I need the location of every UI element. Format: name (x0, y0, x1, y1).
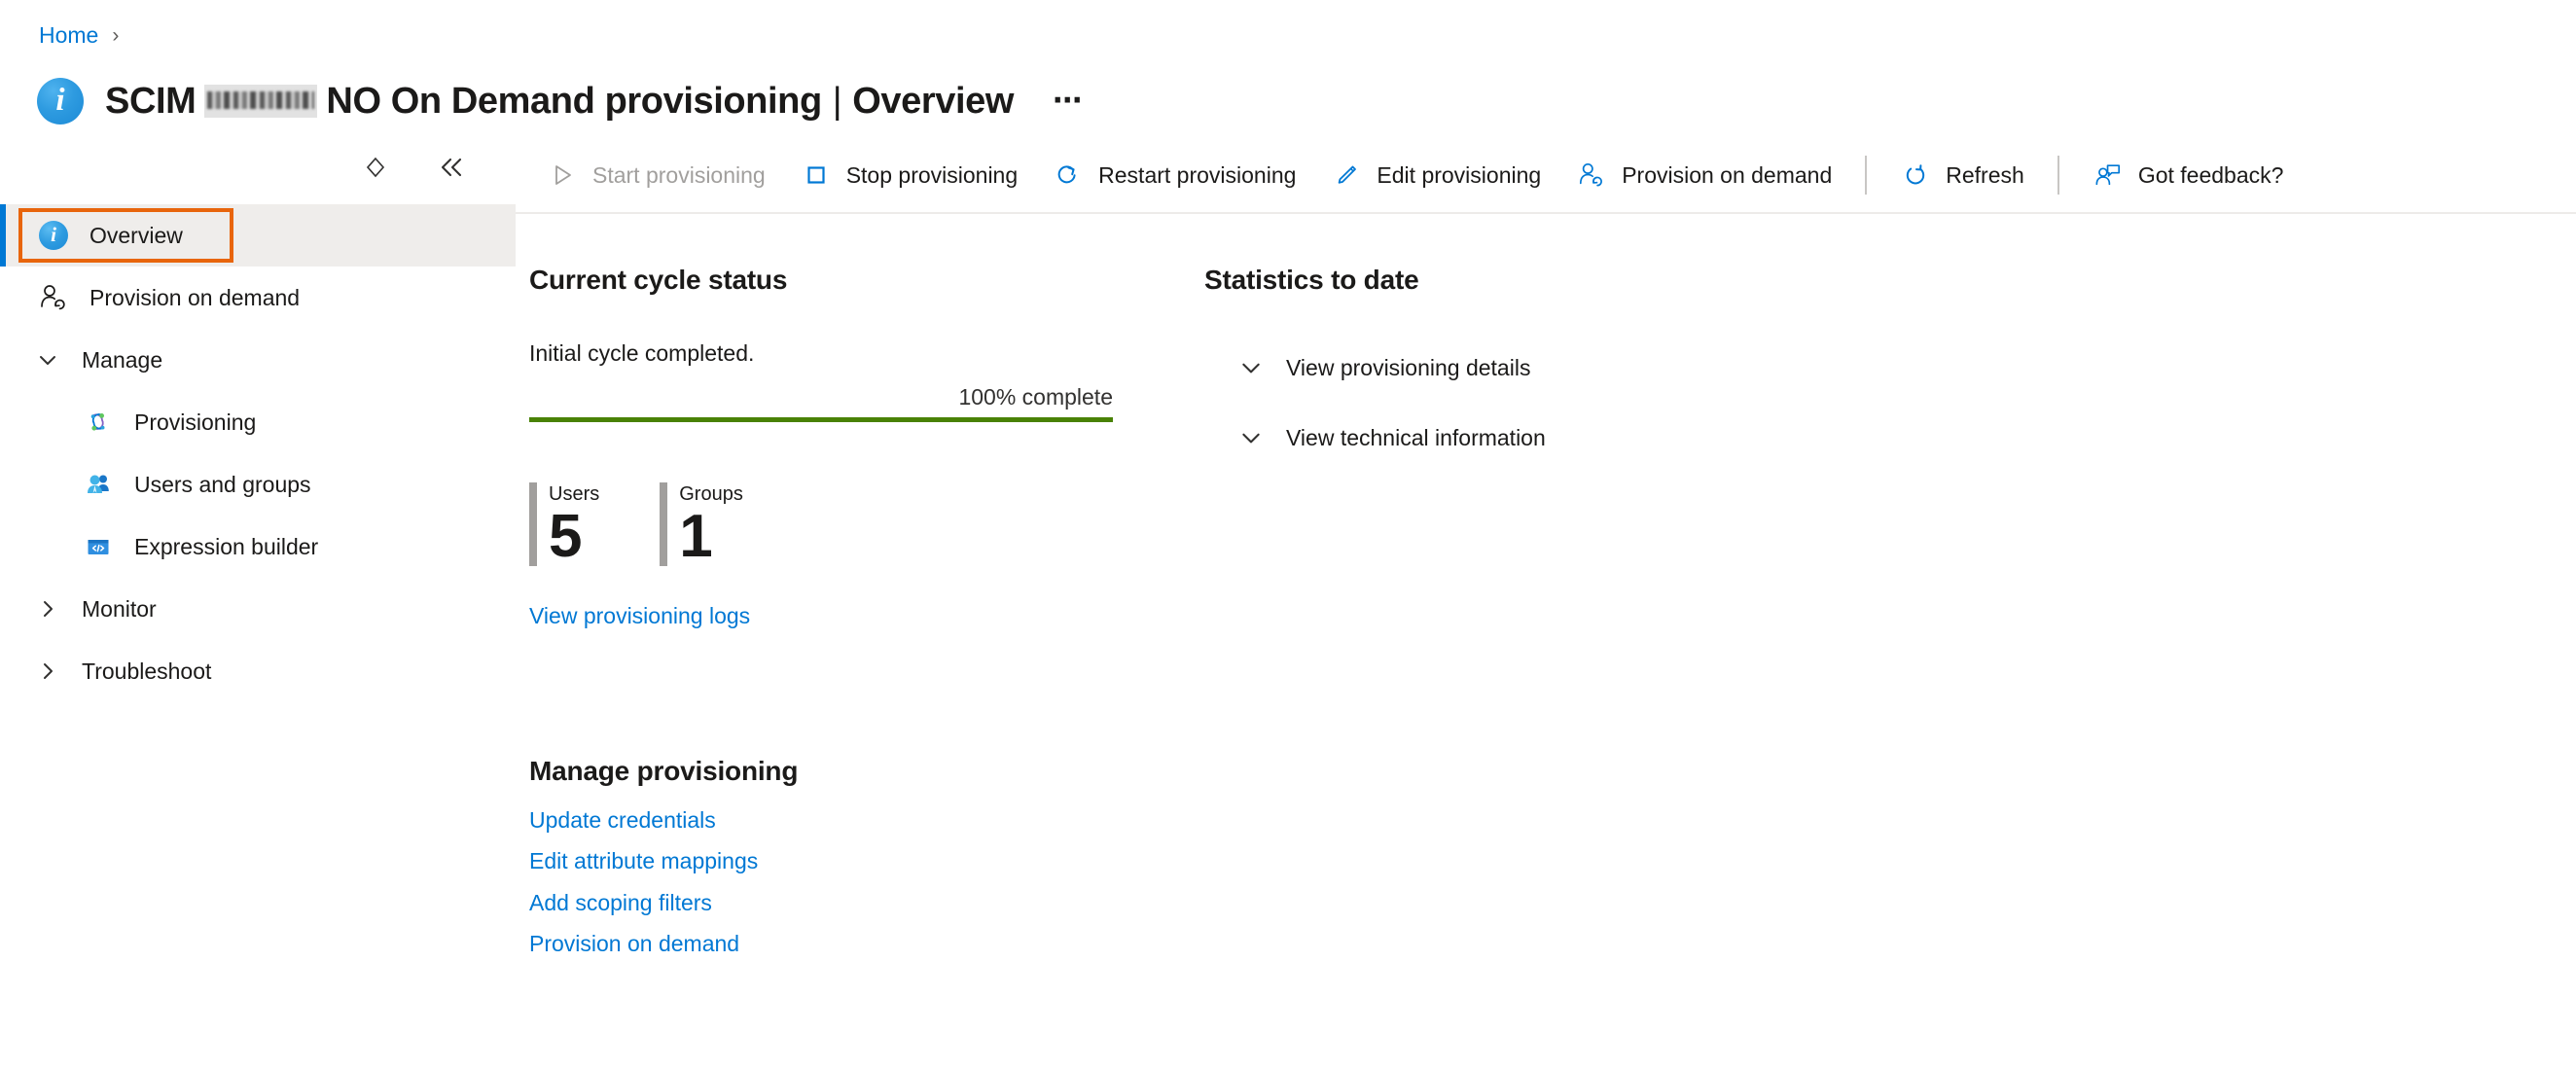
add-scoping-filters-link[interactable]: Add scoping filters (529, 883, 1165, 922)
sidebar-item-provisioning[interactable]: Provisioning (0, 391, 516, 453)
stat-card-users: Users 5 (529, 482, 599, 566)
main-content-pane: Start provisioning Stop provisioning Res… (516, 138, 2576, 1068)
stop-provisioning-button[interactable]: Stop provisioning (783, 148, 1035, 202)
nav-list: i Overview Provision on demand Manage Pr… (0, 198, 516, 702)
refresh-button[interactable]: Refresh (1882, 148, 2042, 202)
stat-accent-bar (660, 482, 668, 566)
refresh-circle-icon (1900, 160, 1931, 191)
stat-counters: Users 5 Groups 1 (529, 482, 1165, 566)
sidebar-item-overview[interactable]: i Overview (0, 204, 516, 267)
search-filter-icon[interactable] (358, 152, 393, 183)
command-bar: Start provisioning Stop provisioning Res… (516, 138, 2576, 214)
edit-provisioning-button[interactable]: Edit provisioning (1313, 148, 1558, 202)
expander-view-technical-information[interactable]: View technical information (1204, 410, 1569, 465)
stop-square-icon (801, 160, 832, 191)
redacted-tenant-name (204, 84, 318, 118)
command-divider (1865, 156, 1868, 195)
command-divider (2057, 156, 2059, 195)
breadcrumb-item-home[interactable]: Home (39, 23, 98, 47)
sidebar-item-label: Provisioning (134, 409, 257, 435)
sidebar-group-monitor[interactable]: Monitor (0, 578, 516, 640)
left-navigation-panel: i Overview Provision on demand Manage Pr… (0, 138, 516, 1068)
sidebar-item-provision-on-demand[interactable]: Provision on demand (0, 267, 516, 329)
command-label: Provision on demand (1622, 161, 1833, 188)
manage-provisioning-block: Manage provisioning Update credentials E… (529, 756, 1165, 964)
current-cycle-column: Current cycle status Initial cycle compl… (516, 265, 1165, 964)
page-title: SCIM NO On Demand provisioning | Overvie… (105, 80, 1093, 124)
sidebar-item-label: Overview (89, 222, 183, 248)
command-label: Edit provisioning (1377, 161, 1542, 188)
stat-card-groups: Groups 1 (660, 482, 743, 566)
restart-provisioning-button[interactable]: Restart provisioning (1035, 148, 1313, 202)
page-title-prefix: SCIM (105, 80, 197, 122)
expander-label: View provisioning details (1286, 354, 1531, 380)
feedback-person-icon (2093, 160, 2124, 191)
more-menu-button[interactable]: ⋯ (1043, 87, 1093, 116)
view-provisioning-logs-link[interactable]: View provisioning logs (529, 603, 750, 629)
sidebar-group-manage[interactable]: Manage (0, 329, 516, 391)
user-sync-icon (1576, 160, 1607, 191)
collapse-panel-icon[interactable] (434, 152, 469, 183)
sidebar-group-label: Troubleshoot (82, 658, 212, 684)
update-credentials-link[interactable]: Update credentials (529, 801, 1165, 839)
sidebar-item-label: Users and groups (134, 471, 311, 497)
progress-track (529, 417, 1113, 422)
expander-view-provisioning-details[interactable]: View provisioning details (1204, 340, 1554, 395)
body-split: i Overview Provision on demand Manage Pr… (0, 138, 2576, 1068)
chevron-down-icon (1237, 424, 1265, 451)
stat-value: 5 (549, 503, 582, 570)
pencil-icon (1331, 160, 1362, 191)
play-triangle-icon (547, 160, 578, 191)
sidebar-group-label: Monitor (82, 595, 157, 622)
restart-arrow-icon (1053, 160, 1084, 191)
chevron-down-icon (1237, 354, 1265, 381)
left-nav-toolbar (0, 138, 516, 198)
provision-on-demand-link[interactable]: Provision on demand (529, 924, 1165, 963)
stat-value: 1 (679, 503, 712, 570)
sidebar-group-label: Manage (82, 346, 163, 373)
page-title-middle: NO On Demand provisioning (326, 80, 822, 122)
progress-label: 100% complete (958, 384, 1113, 409)
chevron-down-icon (33, 345, 62, 374)
breadcrumb-separator-icon: › (112, 23, 120, 47)
section-title-manage-provisioning: Manage provisioning (529, 755, 799, 786)
sidebar-item-expression-builder[interactable]: Expression builder (0, 516, 516, 578)
command-label: Got feedback? (2137, 161, 2284, 188)
command-label: Restart provisioning (1098, 161, 1297, 188)
sidebar-item-label: Expression builder (134, 533, 319, 559)
statistics-column: Statistics to date View provisioning det… (1165, 265, 2576, 964)
sidebar-group-troubleshoot[interactable]: Troubleshoot (0, 640, 516, 702)
breadcrumb: Home › (0, 0, 2576, 49)
sidebar-item-label: Provision on demand (89, 284, 301, 310)
user-sync-icon (37, 281, 70, 314)
info-circle-icon: i (37, 78, 84, 125)
start-provisioning-button[interactable]: Start provisioning (529, 148, 783, 202)
command-label: Start provisioning (592, 161, 766, 188)
content-area: Current cycle status Initial cycle compl… (516, 214, 2576, 964)
expander-label: View technical information (1286, 424, 1546, 450)
chevron-right-icon (33, 657, 62, 686)
section-title-current-cycle: Current cycle status (529, 265, 788, 295)
users-groups-icon (82, 468, 115, 501)
page-header: i SCIM NO On Demand provisioning | Overv… (0, 49, 2576, 138)
page-title-separator: | (832, 80, 842, 122)
edit-attribute-mappings-link[interactable]: Edit attribute mappings (529, 841, 1165, 880)
stat-accent-bar (529, 482, 537, 566)
code-window-icon (82, 530, 115, 563)
command-label: Refresh (1946, 161, 2024, 188)
provision-on-demand-button[interactable]: Provision on demand (1558, 148, 1849, 202)
sidebar-item-users-and-groups[interactable]: Users and groups (0, 453, 516, 516)
provisioning-icon (82, 406, 115, 439)
command-label: Stop provisioning (845, 161, 1019, 188)
got-feedback-button[interactable]: Got feedback? (2075, 148, 2302, 202)
progress-bar: 100% complete (529, 384, 1113, 422)
chevron-right-icon (33, 594, 62, 623)
progress-fill (529, 417, 1113, 422)
cycle-status-text: Initial cycle completed. (529, 340, 755, 366)
manage-provisioning-links: Update credentials Edit attribute mappin… (529, 801, 1165, 964)
page-title-suffix: Overview (852, 80, 1015, 122)
section-title-statistics-to-date: Statistics to date (1204, 265, 1419, 295)
info-circle-icon: i (37, 219, 70, 252)
